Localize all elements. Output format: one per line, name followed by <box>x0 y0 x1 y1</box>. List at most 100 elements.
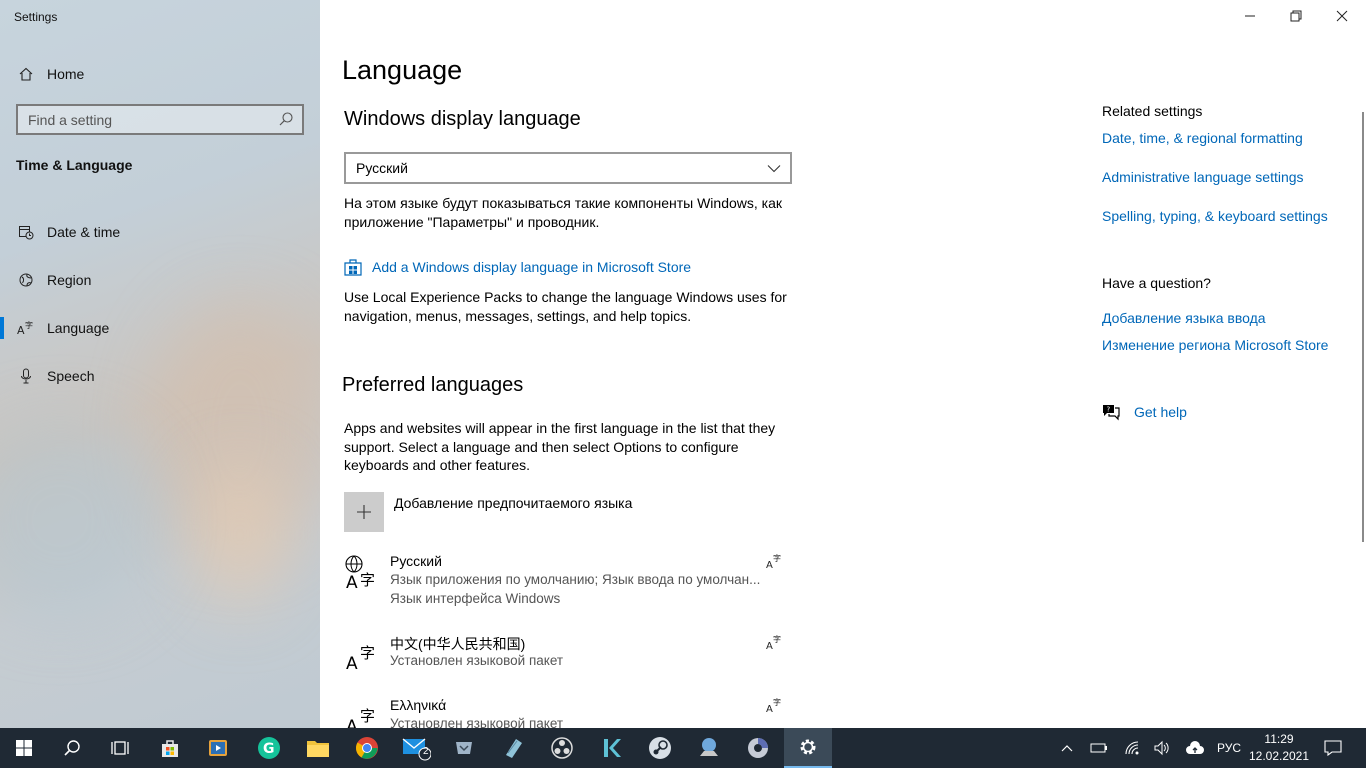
svg-text:字: 字 <box>360 707 375 725</box>
taskbar-app-3[interactable] <box>489 728 537 768</box>
taskbar-steam[interactable] <box>636 728 684 768</box>
sidebar-nav: Date & time Region A字 Language Speech <box>0 208 320 400</box>
language-feature-icon: A字 <box>766 697 781 713</box>
svg-text:A: A <box>766 704 773 713</box>
taskbar-app-2[interactable] <box>440 728 488 768</box>
page-title: Language <box>342 55 463 85</box>
lxp-description: Use Local Experience Packs to change the… <box>344 289 787 324</box>
related-settings-title: Related settings <box>1102 103 1203 119</box>
sidebar-item-date-time[interactable]: Date & time <box>0 208 320 256</box>
windows-logo-icon <box>16 740 32 756</box>
clock-time: 11:29 <box>1264 732 1294 746</box>
add-language-button[interactable]: Добавление предпочитаемого языка <box>344 492 632 532</box>
sidebar-item-speech[interactable]: Speech <box>0 352 320 400</box>
taskbar-media-player[interactable] <box>194 728 242 768</box>
network-tray[interactable] <box>1121 728 1143 768</box>
task-view-button[interactable] <box>96 728 144 768</box>
onedrive-tray[interactable] <box>1183 728 1207 768</box>
calendar-clock-icon <box>16 222 36 242</box>
get-help-link[interactable]: Get help <box>1134 404 1187 420</box>
restore-icon <box>1290 10 1302 22</box>
grammarly-icon: G <box>258 737 280 759</box>
scrollbar[interactable] <box>1362 112 1364 542</box>
search-icon <box>64 740 80 756</box>
cloud-upload-icon <box>1186 741 1204 754</box>
chevron-up-icon <box>1061 745 1073 752</box>
svg-text:字: 字 <box>360 644 375 662</box>
taskbar-search-button[interactable] <box>48 728 96 768</box>
sidebar-item-language[interactable]: A字 Language <box>0 304 320 352</box>
taskbar-mail[interactable]: 2 <box>392 728 440 768</box>
close-button[interactable] <box>1319 0 1365 32</box>
svg-text:字: 字 <box>773 697 781 707</box>
taskbar-settings[interactable] <box>784 728 832 768</box>
question-link-store-region[interactable]: Изменение региона Microsoft Store <box>1102 337 1328 353</box>
svg-text:字: 字 <box>360 571 375 589</box>
app-k-icon <box>604 739 621 757</box>
search-field[interactable] <box>16 104 304 135</box>
task-view-icon <box>111 741 129 755</box>
obs-icon <box>551 737 573 759</box>
input-language-indicator[interactable]: РУС <box>1212 728 1246 768</box>
sidebar-item-label: Date & time <box>47 224 121 240</box>
volume-tray[interactable] <box>1151 728 1173 768</box>
language-list-item[interactable]: A 字 Ελληνικά Установлен языковой пакет A… <box>344 697 784 728</box>
related-settings-heading: Related settings <box>1102 103 1202 121</box>
store-icon <box>344 259 362 276</box>
taskbar-app-5[interactable] <box>587 728 635 768</box>
action-center-button[interactable] <box>1320 728 1346 768</box>
language-list-item[interactable]: A 字 中文(中华人民共和国) Установлен языковой паке… <box>344 634 784 674</box>
show-hidden-icons[interactable] <box>1056 728 1078 768</box>
svg-text:A: A <box>766 641 773 650</box>
taskbar-store[interactable] <box>146 728 194 768</box>
svg-text:A: A <box>346 654 358 672</box>
store-link-row[interactable]: Add a Windows display language in Micros… <box>344 258 691 276</box>
taskbar-file-explorer[interactable] <box>294 728 342 768</box>
svg-text:A: A <box>346 717 358 728</box>
battery-tray[interactable] <box>1088 728 1110 768</box>
main-pane: Language Windows display language Русски… <box>320 0 1366 728</box>
language-icon: A字 <box>16 318 36 338</box>
svg-text:A: A <box>17 324 25 336</box>
get-help-row[interactable]: ? Get help <box>1102 403 1187 421</box>
plus-icon <box>357 505 371 519</box>
taskbar-app-8[interactable] <box>734 728 782 768</box>
sidebar-home-label: Home <box>47 66 85 82</box>
search-input[interactable] <box>18 111 268 128</box>
sidebar-home[interactable]: Home <box>0 60 320 88</box>
restore-button[interactable] <box>1273 0 1319 32</box>
related-link-admin-language[interactable]: Administrative language settings <box>1102 169 1304 185</box>
chevron-down-icon <box>767 165 781 173</box>
media-player-icon <box>209 740 227 756</box>
wifi-icon <box>1125 741 1139 755</box>
svg-text:A: A <box>346 573 358 591</box>
taskbar-grammarly[interactable]: G <box>245 728 293 768</box>
language-list-item[interactable]: A 字 Русский Язык приложения по умолчанию… <box>344 553 784 613</box>
display-language-description: На этом языке будут показываться такие к… <box>344 195 783 230</box>
globe-region-icon <box>16 270 36 290</box>
svg-text:?: ? <box>1107 406 1111 414</box>
notification-icon <box>1324 740 1342 756</box>
start-button[interactable] <box>0 728 48 768</box>
related-link-date-format[interactable]: Date, time, & regional formatting <box>1102 130 1303 146</box>
search-icon[interactable] <box>278 111 294 127</box>
network-globe-icon <box>700 738 718 756</box>
display-language-dropdown[interactable]: Русский <box>344 152 792 184</box>
taskbar-chrome[interactable] <box>343 728 391 768</box>
section-title: Time & Language <box>16 157 133 173</box>
battery-icon <box>1090 743 1107 753</box>
display-language-value: Русский <box>356 160 408 176</box>
clock[interactable]: 11:29 12.02.2021 <box>1246 731 1312 765</box>
related-link-spelling-typing[interactable]: Spelling, typing, & keyboard settings <box>1102 208 1328 224</box>
question-link-add-input[interactable]: Добавление языка ввода <box>1102 310 1266 326</box>
sidebar-item-label: Language <box>47 320 110 336</box>
language-status-line: Установлен языковой пакет <box>390 716 564 728</box>
taskbar-obs[interactable] <box>538 728 586 768</box>
sidebar-item-region[interactable]: Region <box>0 256 320 304</box>
svg-text:字: 字 <box>25 320 33 330</box>
taskbar-app-7[interactable] <box>685 728 733 768</box>
language-feature-icon: A字 <box>766 553 781 569</box>
store-link[interactable]: Add a Windows display language in Micros… <box>372 259 691 275</box>
minimize-button[interactable] <box>1227 0 1273 32</box>
taskbar: G 2 РУС 11:29 12.02.2021 <box>0 728 1366 768</box>
